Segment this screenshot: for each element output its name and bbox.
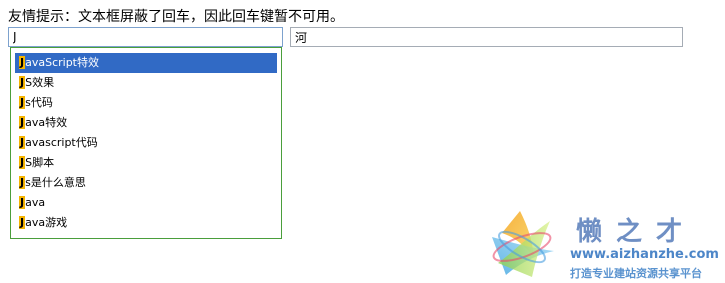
suggestion-item[interactable]: Js是什么意思 bbox=[15, 173, 277, 193]
suggestion-rest: S效果 bbox=[25, 76, 55, 89]
suggestion-item[interactable]: JS脚本 bbox=[15, 153, 277, 173]
suggestion-rest: avaScript特效 bbox=[25, 56, 99, 69]
suggestion-item[interactable]: Javascript代码 bbox=[15, 133, 277, 153]
suggestion-item[interactable]: Java特效 bbox=[15, 113, 277, 133]
suggestion-item[interactable]: JS效果 bbox=[15, 73, 277, 93]
watermark-url: www.aizhanzhe.com bbox=[570, 247, 719, 262]
suggestion-rest: ava特效 bbox=[25, 116, 68, 129]
watermark: 懒之才 www.aizhanzhe.com 打造专业建站资源共享平台 bbox=[484, 205, 725, 283]
suggestion-item[interactable]: JavaScript特效 bbox=[15, 53, 277, 73]
suggestion-rest: avascript代码 bbox=[25, 136, 98, 149]
suggestion-item[interactable]: Java bbox=[15, 193, 277, 213]
tip-text: 友情提示：文本框屏蔽了回车，因此回车键暂不可用。 bbox=[8, 9, 344, 25]
suggestion-rest: s是什么意思 bbox=[25, 176, 86, 189]
second-input[interactable] bbox=[290, 27, 683, 47]
watermark-title: 懒之才 bbox=[576, 217, 697, 247]
suggestion-rest: ava bbox=[25, 196, 46, 209]
suggestion-item[interactable]: Js代码 bbox=[15, 93, 277, 113]
suggestion-rest: S脚本 bbox=[25, 156, 55, 169]
search-input[interactable] bbox=[8, 27, 283, 47]
star-logo-icon bbox=[492, 211, 554, 277]
page: 友情提示：文本框屏蔽了回车，因此回车键暂不可用。 JavaScript特效 JS… bbox=[0, 0, 725, 283]
suggestion-dropdown: JavaScript特效 JS效果 Js代码 Java特效 Javascript… bbox=[10, 47, 282, 239]
watermark-slogan: 打造专业建站资源共享平台 bbox=[570, 267, 702, 280]
suggestion-item[interactable]: Java游戏 bbox=[15, 213, 277, 233]
suggestion-rest: s代码 bbox=[25, 96, 53, 109]
suggestion-rest: ava游戏 bbox=[25, 216, 68, 229]
